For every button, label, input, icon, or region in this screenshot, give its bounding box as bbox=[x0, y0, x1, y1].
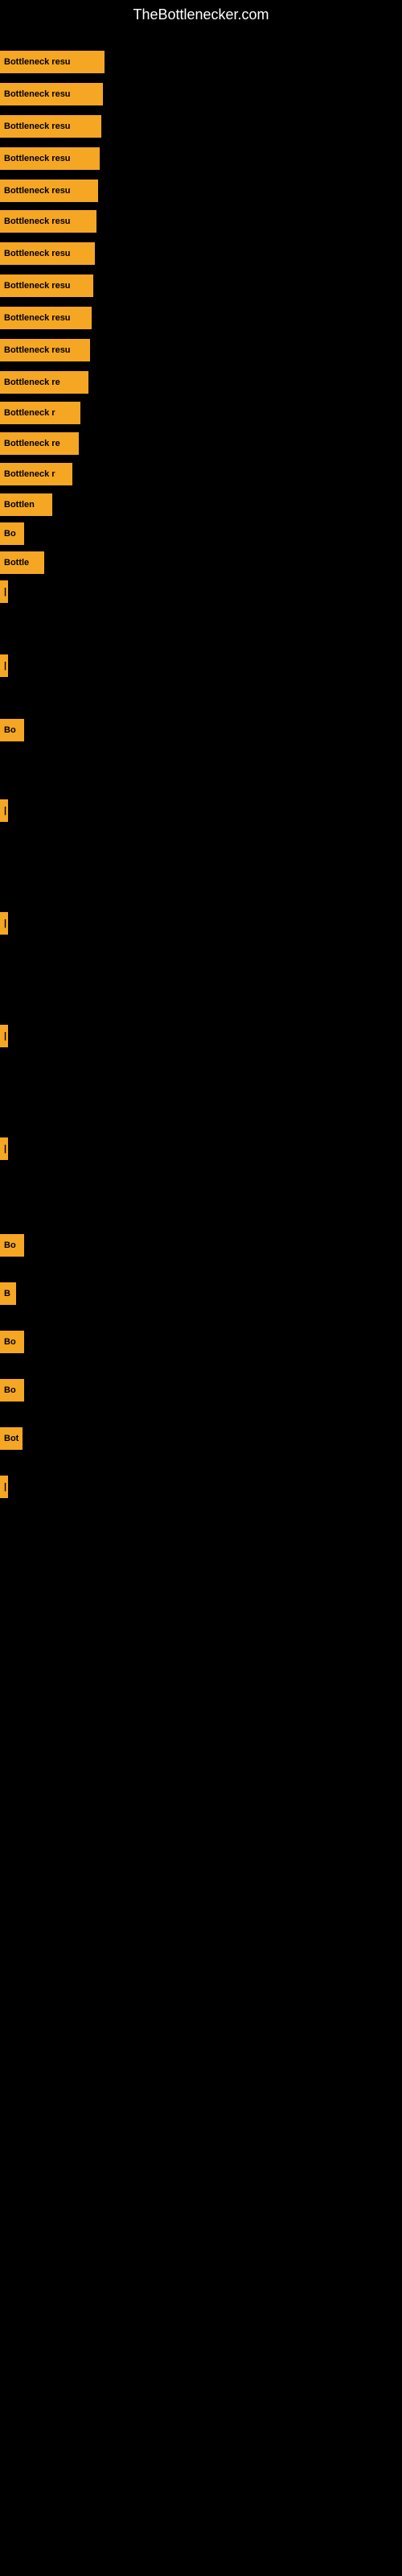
bar-label-10: Bottleneck resu bbox=[0, 339, 90, 361]
bar-label-24: | bbox=[0, 1137, 8, 1160]
bar-label-20: Bo bbox=[0, 719, 24, 741]
bar-label-6: Bottleneck resu bbox=[0, 210, 96, 233]
bar-label-17: Bottle bbox=[0, 551, 44, 574]
bar-label-3: Bottleneck resu bbox=[0, 115, 101, 138]
bar-item-13: Bottleneck re bbox=[0, 432, 79, 455]
bar-item-18: | bbox=[0, 580, 8, 603]
bar-item-22: | bbox=[0, 912, 8, 935]
bar-item-1: Bottleneck resu bbox=[0, 51, 105, 73]
bar-item-5: Bottleneck resu bbox=[0, 180, 98, 202]
bar-label-28: Bo bbox=[0, 1379, 24, 1402]
bar-item-4: Bottleneck resu bbox=[0, 147, 100, 170]
bar-item-23: | bbox=[0, 1025, 8, 1047]
bar-item-8: Bottleneck resu bbox=[0, 275, 93, 297]
bar-label-18: | bbox=[0, 580, 8, 603]
bar-item-10: Bottleneck resu bbox=[0, 339, 90, 361]
bar-item-7: Bottleneck resu bbox=[0, 242, 95, 265]
bar-label-8: Bottleneck resu bbox=[0, 275, 93, 297]
bar-item-28: Bo bbox=[0, 1379, 24, 1402]
bar-label-12: Bottleneck r bbox=[0, 402, 80, 424]
bar-label-16: Bo bbox=[0, 522, 24, 545]
bar-item-25: Bo bbox=[0, 1234, 24, 1257]
bar-item-17: Bottle bbox=[0, 551, 44, 574]
bar-item-27: Bo bbox=[0, 1331, 24, 1353]
bar-item-16: Bo bbox=[0, 522, 24, 545]
bar-label-23: | bbox=[0, 1025, 8, 1047]
bar-item-9: Bottleneck resu bbox=[0, 307, 92, 329]
bar-item-3: Bottleneck resu bbox=[0, 115, 101, 138]
bar-item-14: Bottleneck r bbox=[0, 463, 72, 485]
bar-item-30: | bbox=[0, 1476, 8, 1498]
bar-item-29: Bot bbox=[0, 1427, 23, 1450]
bar-label-26: B bbox=[0, 1282, 16, 1305]
bar-item-2: Bottleneck resu bbox=[0, 83, 103, 105]
bar-label-4: Bottleneck resu bbox=[0, 147, 100, 170]
bar-label-1: Bottleneck resu bbox=[0, 51, 105, 73]
bar-item-15: Bottlen bbox=[0, 493, 52, 516]
bar-label-14: Bottleneck r bbox=[0, 463, 72, 485]
bar-item-19: | bbox=[0, 654, 8, 677]
bar-label-21: | bbox=[0, 799, 8, 822]
bar-item-20: Bo bbox=[0, 719, 24, 741]
bar-label-30: | bbox=[0, 1476, 8, 1498]
site-title: TheBottlenecker.com bbox=[0, 0, 402, 27]
bar-label-22: | bbox=[0, 912, 8, 935]
bar-label-7: Bottleneck resu bbox=[0, 242, 95, 265]
bar-label-29: Bot bbox=[0, 1427, 23, 1450]
bar-label-11: Bottleneck re bbox=[0, 371, 88, 394]
bar-label-13: Bottleneck re bbox=[0, 432, 79, 455]
bar-label-25: Bo bbox=[0, 1234, 24, 1257]
bar-item-24: | bbox=[0, 1137, 8, 1160]
bar-item-6: Bottleneck resu bbox=[0, 210, 96, 233]
bar-item-12: Bottleneck r bbox=[0, 402, 80, 424]
bar-item-26: B bbox=[0, 1282, 16, 1305]
bar-item-11: Bottleneck re bbox=[0, 371, 88, 394]
bar-label-9: Bottleneck resu bbox=[0, 307, 92, 329]
bar-label-19: | bbox=[0, 654, 8, 677]
bar-item-21: | bbox=[0, 799, 8, 822]
bar-label-5: Bottleneck resu bbox=[0, 180, 98, 202]
bar-label-27: Bo bbox=[0, 1331, 24, 1353]
bar-label-15: Bottlen bbox=[0, 493, 52, 516]
bar-label-2: Bottleneck resu bbox=[0, 83, 103, 105]
